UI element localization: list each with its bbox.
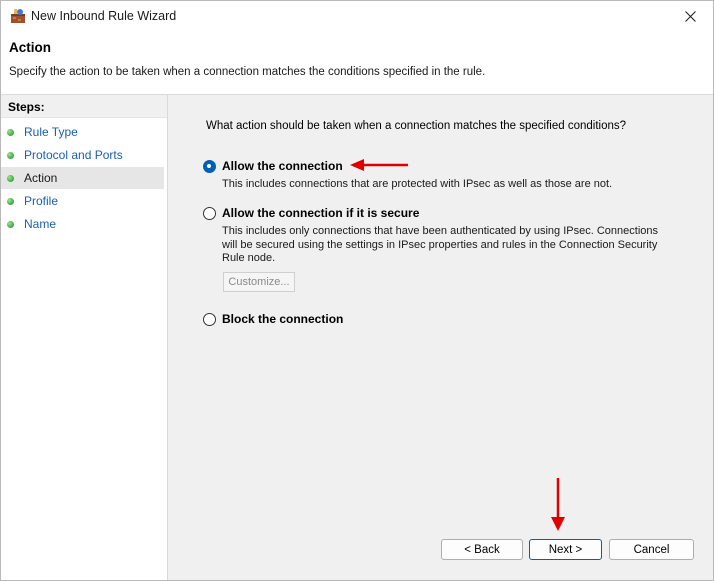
close-button[interactable]: [667, 1, 713, 31]
step-rule-type[interactable]: Rule Type: [1, 121, 164, 143]
customize-button[interactable]: Customize...: [223, 272, 295, 292]
allow-connection-radio[interactable]: [203, 160, 216, 173]
step-protocol-and-ports[interactable]: Protocol and Ports: [1, 144, 164, 166]
allow-if-secure-description: This includes only connections that have…: [222, 225, 658, 266]
description-line: This includes only connections that have…: [222, 225, 658, 237]
steps-panel: Steps: Rule Type Protocol and Ports Acti…: [1, 95, 168, 580]
title-bar: New Inbound Rule Wizard: [1, 1, 713, 31]
block-connection-label[interactable]: Block the connection: [222, 312, 343, 326]
description-line: will be secured using the settings in IP…: [222, 238, 658, 251]
step-label: Rule Type: [24, 125, 78, 139]
page-description: Specify the action to be taken when a co…: [9, 66, 486, 78]
firewall-wizard-icon: [11, 9, 25, 23]
step-profile[interactable]: Profile: [1, 190, 164, 212]
step-status-icon: [7, 221, 14, 228]
cancel-button[interactable]: Cancel: [609, 539, 694, 560]
wizard-window: New Inbound Rule Wizard Action Specify t…: [0, 0, 714, 581]
steps-heading: Steps:: [1, 95, 167, 118]
allow-connection-label[interactable]: Allow the connection: [222, 159, 343, 173]
steps-heading-label: Steps:: [8, 100, 45, 114]
back-button[interactable]: < Back: [441, 539, 523, 560]
next-button[interactable]: Next >: [529, 539, 602, 560]
step-status-icon: [7, 129, 14, 136]
allow-if-secure-label[interactable]: Allow the connection if it is secure: [222, 206, 419, 220]
step-action[interactable]: Action: [1, 167, 164, 189]
step-label: Profile: [24, 194, 59, 208]
step-label: Action: [24, 171, 58, 185]
step-name[interactable]: Name: [1, 213, 164, 235]
annotation-arrow-left: [350, 159, 408, 171]
description-line: Rule node.: [222, 252, 276, 264]
window-title: New Inbound Rule Wizard: [31, 9, 177, 23]
annotation-arrow-down: [551, 478, 565, 531]
step-label: Name: [24, 217, 57, 231]
allow-if-secure-radio[interactable]: [203, 207, 216, 220]
action-question: What action should be taken when a conne…: [206, 120, 627, 132]
main-content: What action should be taken when a conne…: [168, 95, 713, 580]
step-status-icon: [7, 175, 14, 182]
close-icon: [684, 10, 696, 22]
page-title: Action: [9, 40, 51, 55]
allow-connection-description: This includes connections that are prote…: [222, 178, 613, 190]
page-header: Action Specify the action to be taken wh…: [1, 31, 713, 95]
step-status-icon: [7, 152, 14, 159]
step-label: Protocol and Ports: [24, 148, 123, 162]
step-status-icon: [7, 198, 14, 205]
block-connection-radio[interactable]: [203, 313, 216, 326]
